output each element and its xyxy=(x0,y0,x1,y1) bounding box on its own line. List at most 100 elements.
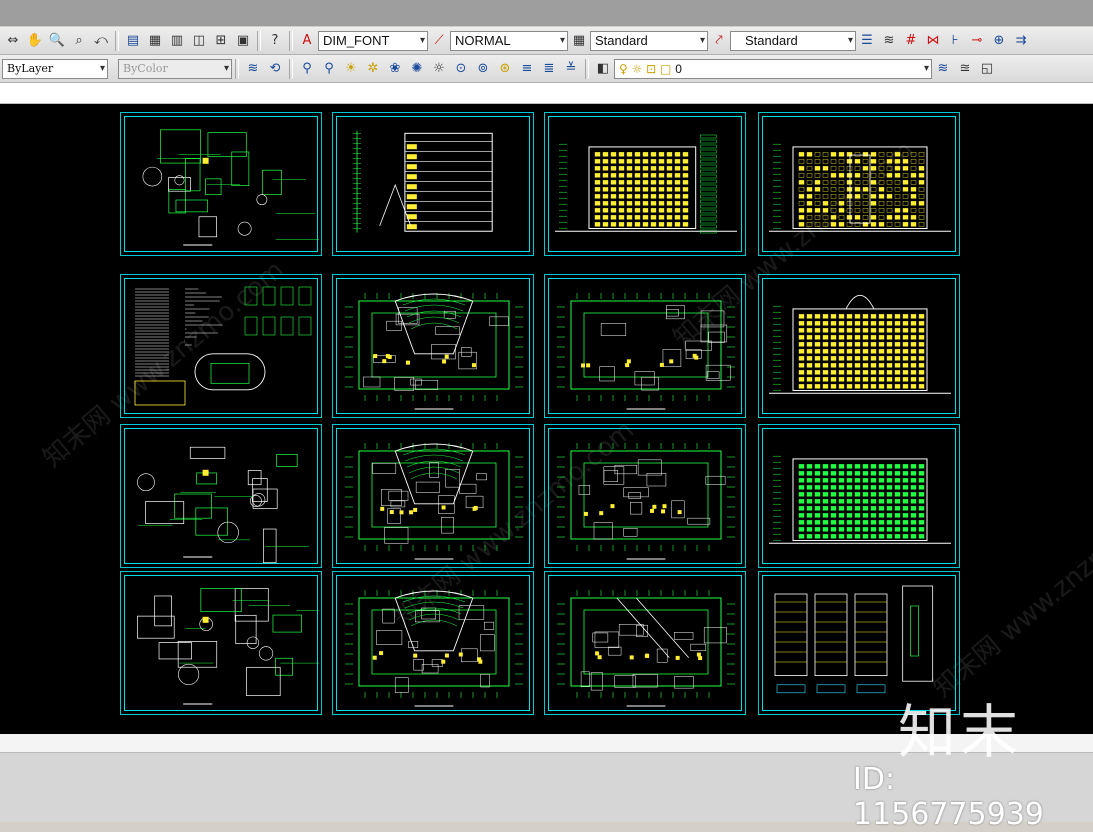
layer-thaw-icon[interactable]: ✺ xyxy=(407,59,427,79)
layer-merge-icon[interactable]: ⊛ xyxy=(495,59,515,79)
tab-strip xyxy=(0,83,1093,104)
toolbar-separator xyxy=(585,58,589,79)
zoom-realtime-icon[interactable]: 🔍 xyxy=(47,31,67,51)
text-style-select[interactable]: DIM_FONT ▾ xyxy=(318,30,428,51)
layer-copy-icon[interactable]: ≚ xyxy=(561,59,581,79)
layer-states-icon[interactable]: ≋ xyxy=(879,31,899,51)
layer-isolate-icon[interactable]: ⚲ xyxy=(319,59,339,79)
layer-walk-icon[interactable]: ≣ xyxy=(539,59,559,79)
sheet-drawing xyxy=(557,443,735,560)
drawing-sheet-elevation-yellow[interactable] xyxy=(758,274,960,418)
zoom-previous-icon[interactable]: ⤺ xyxy=(91,31,111,51)
layer-translate-icon[interactable]: ≊ xyxy=(955,59,975,79)
table-style-select[interactable]: Standard ▾ xyxy=(590,30,708,51)
table-style-value: Standard xyxy=(595,33,648,48)
sheet-drawing xyxy=(345,293,523,410)
snap-icon[interactable]: ⋈ xyxy=(923,31,943,51)
toolbar-separator xyxy=(257,30,261,51)
layer-control-icon[interactable]: ◧ xyxy=(593,59,613,79)
properties-icon[interactable]: ▤ xyxy=(123,31,143,51)
chevron-down-icon: ▾ xyxy=(847,35,853,46)
help-icon[interactable]: ? xyxy=(265,31,285,51)
sheet-drawing xyxy=(345,590,523,707)
dim-style-icon[interactable]: ⟋ xyxy=(429,31,449,51)
toolbar-separator xyxy=(289,30,293,51)
sheet-set-icon[interactable]: ◫ xyxy=(189,31,209,51)
multileader-style-icon[interactable]: ⤤ xyxy=(709,31,729,51)
orbit-icon[interactable]: ⇔ xyxy=(3,31,23,51)
layers-toolbar: ByLayer ▾ ByColor ▾ ≋ ⟲ ⚲ ⚲ ☀ ✲ ❀ ✺ ☼ ⊙ ⊚ … xyxy=(0,55,1093,83)
layer-properties-icon[interactable]: ☰ xyxy=(857,31,877,51)
drawing-sheet-elevation-green[interactable] xyxy=(758,424,960,568)
layer-off-icon[interactable]: ❀ xyxy=(385,59,405,79)
drawing-sheet-detail[interactable] xyxy=(120,112,322,256)
polar-icon[interactable]: ⊸ xyxy=(967,31,987,51)
drawing-sheet-detail[interactable] xyxy=(120,571,322,715)
chevron-down-icon: ▾ xyxy=(99,63,105,74)
drawing-canvas[interactable]: 知末网 www.znzmo.com 知末网 www.znzmo.com 知末网 … xyxy=(0,104,1093,734)
sheet-drawing xyxy=(134,286,312,406)
drawing-sheet-plan-auditorium[interactable] xyxy=(332,571,534,715)
dim-style-select[interactable]: NORMAL ▾ xyxy=(450,30,568,51)
text-style-value: DIM_FONT xyxy=(323,33,390,48)
drawing-sheet-plan[interactable] xyxy=(544,274,746,418)
drawing-sheet-elevation-front[interactable] xyxy=(758,112,960,256)
sheet-drawing xyxy=(769,294,951,394)
chevron-down-icon: ▾ xyxy=(699,35,705,46)
sheet-drawing xyxy=(557,590,735,707)
dim-style-value: NORMAL xyxy=(455,33,511,48)
chevron-down-icon: ▾ xyxy=(559,35,565,46)
zoom-window-icon[interactable]: ⌕ xyxy=(69,31,89,51)
drawing-sheet-section[interactable] xyxy=(332,112,534,256)
linetype-select[interactable]: ByLayer ▾ xyxy=(2,58,108,79)
layer-sun-icon[interactable]: ☼ xyxy=(429,59,449,79)
layer-on-bulb-icon[interactable]: ☀ xyxy=(341,59,361,79)
osnap-icon[interactable]: ⊕ xyxy=(989,31,1009,51)
layer-freeze-icon[interactable]: ✲ xyxy=(363,59,383,79)
drawing-sheet-plan-stair[interactable] xyxy=(544,571,746,715)
layer-state-icons: ♀ ☼ ⊡ □ 0 xyxy=(619,61,682,76)
watermark-logo: 知末 xyxy=(898,698,1023,766)
markup-icon[interactable]: ⊞ xyxy=(211,31,231,51)
layer-lock-icon[interactable]: ⊙ xyxy=(451,59,471,79)
pan-icon[interactable]: ✋ xyxy=(25,31,45,51)
layer-delete-icon[interactable]: ≡ xyxy=(517,59,537,79)
tool-palettes-icon[interactable]: ▥ xyxy=(167,31,187,51)
color-select[interactable]: ByColor ▾ xyxy=(118,58,232,79)
otrack-icon[interactable]: ⇉ xyxy=(1011,31,1031,51)
layer-unlock-icon[interactable]: ⊚ xyxy=(473,59,493,79)
table-style-icon[interactable]: ▦ xyxy=(569,31,589,51)
drawing-sheet-detail[interactable] xyxy=(120,424,322,568)
layer-manager-icon[interactable]: ≋ xyxy=(243,59,263,79)
toolbar-separator xyxy=(115,30,119,51)
toolbar-separator xyxy=(235,58,239,79)
color-value: ByColor xyxy=(123,62,168,75)
title-strip xyxy=(0,0,1093,26)
drawing-sheet-site-notes[interactable] xyxy=(120,274,322,418)
layer-match-icon[interactable]: ⚲ xyxy=(297,59,317,79)
layer-select[interactable]: ♀ ☼ ⊡ □ 0 ▾ xyxy=(614,58,932,79)
calculator-icon[interactable]: ▣ xyxy=(233,31,253,51)
toolbar-separator xyxy=(289,58,293,79)
chevron-down-icon: ▾ xyxy=(923,63,929,74)
multileader-style-select[interactable]: Standard ▾ xyxy=(730,30,856,51)
text-style-icon[interactable]: A xyxy=(297,31,317,51)
standard-toolbar: ⇔ ✋ 🔍 ⌕ ⤺ ▤ ▦ ▥ ◫ ⊞ ▣ ? A DIM_FONT ▾ ⟋ NO… xyxy=(0,27,1093,55)
sheet-drawing xyxy=(557,293,735,410)
drawing-sheet-plan[interactable] xyxy=(544,424,746,568)
chevron-down-icon: ▾ xyxy=(419,35,425,46)
design-center-icon[interactable]: ▦ xyxy=(145,31,165,51)
make-current-icon[interactable]: ≋ xyxy=(933,59,953,79)
drawing-sheet-elevation-side[interactable] xyxy=(544,112,746,256)
layer-restore-icon[interactable]: ◱ xyxy=(977,59,997,79)
ortho-icon[interactable]: ⊦ xyxy=(945,31,965,51)
sheet-drawing xyxy=(555,134,737,234)
sheet-drawing xyxy=(353,130,493,233)
sheet-drawing xyxy=(142,129,319,246)
grid-icon[interactable]: # xyxy=(901,31,921,51)
drawing-sheet-plan-auditorium[interactable] xyxy=(332,274,534,418)
drawing-sheet-plan-auditorium[interactable] xyxy=(332,424,534,568)
linetype-value: ByLayer xyxy=(7,62,54,75)
sheet-drawing xyxy=(769,455,951,544)
layer-previous-icon[interactable]: ⟲ xyxy=(265,59,285,79)
